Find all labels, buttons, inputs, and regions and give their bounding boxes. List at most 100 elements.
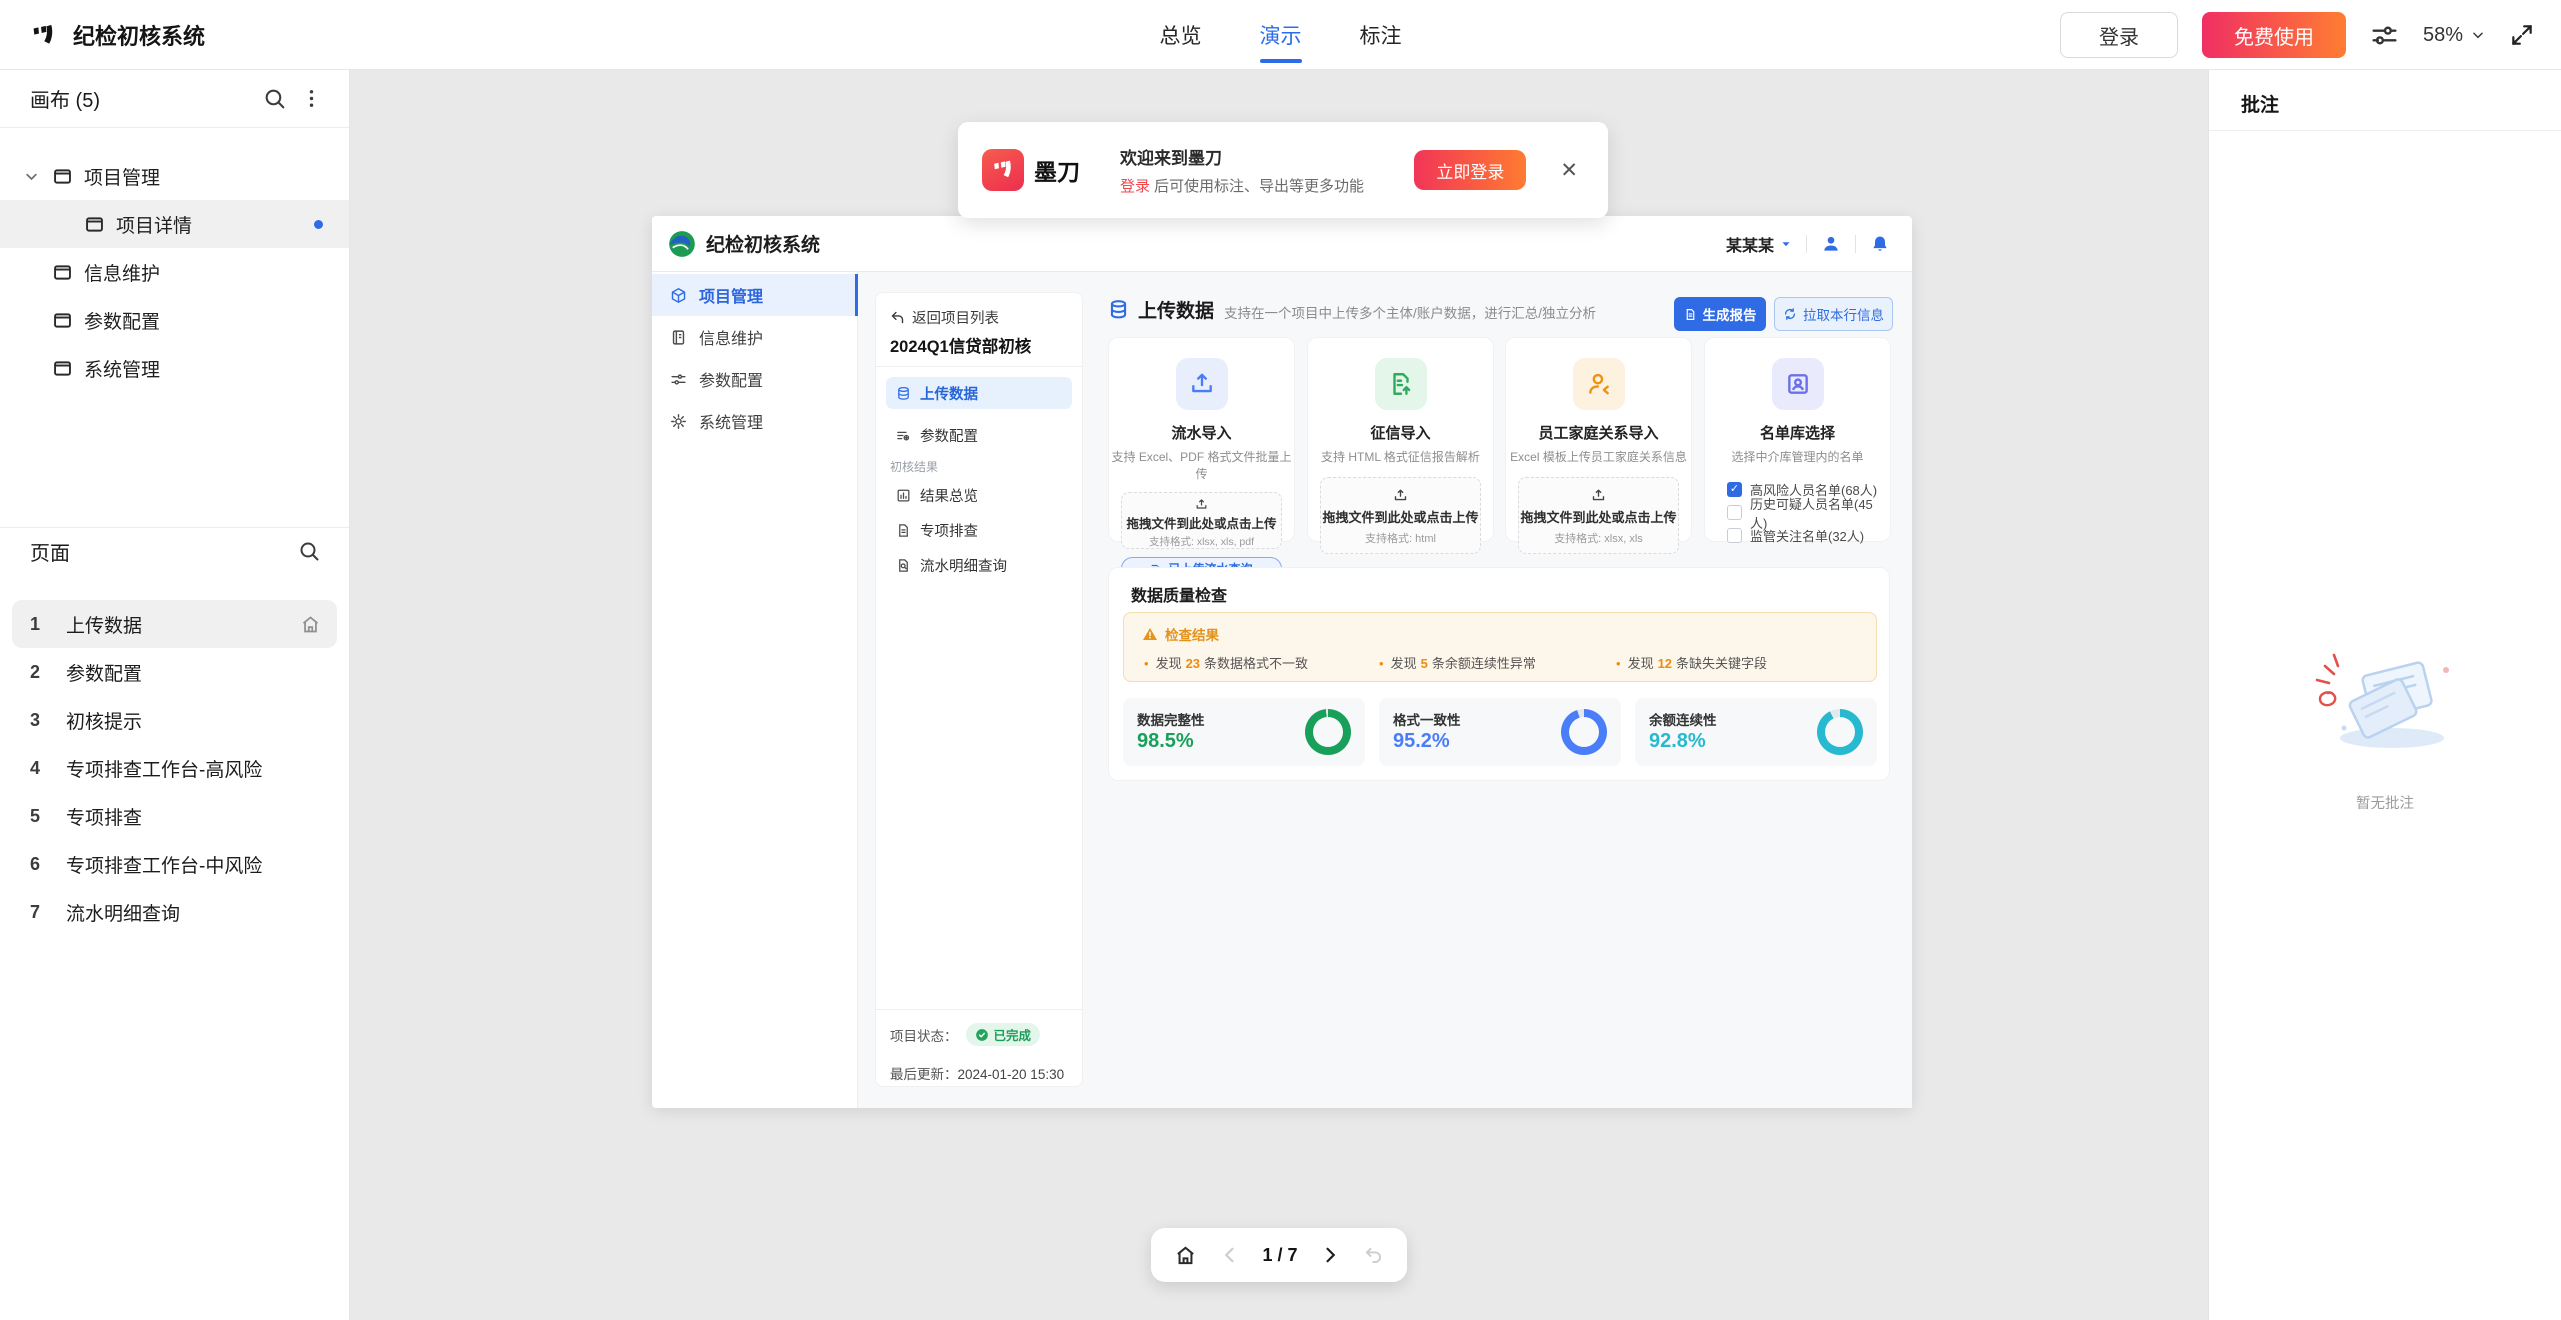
report-document-icon [1684, 308, 1697, 321]
page-item-3[interactable]: 3 初核提示 [12, 696, 337, 744]
frame-icon [84, 214, 105, 235]
annotation-title: 批注 [2241, 90, 2279, 117]
nav-item-system-mgmt[interactable]: 系统管理 [652, 400, 857, 442]
document-icon [896, 523, 911, 538]
annotation-sidebar: 批注 暂无批注 [2208, 70, 2561, 1320]
list-select-card: 名单库选择 选择中介库管理内的名单 高风险人员名单(68人) 历史可疑人员名单(… [1704, 337, 1891, 542]
sliders-gear-icon [896, 428, 911, 443]
frame-icon [52, 262, 73, 283]
document-search-icon [896, 558, 911, 573]
page-item-6[interactable]: 6 专项排查工作台-中风险 [12, 840, 337, 888]
page-item-5[interactable]: 5 专项排查 [12, 792, 337, 840]
zoom-level: 58% [2423, 24, 2463, 47]
tab-overview[interactable]: 总览 [1160, 20, 1202, 50]
checkbox[interactable] [1727, 528, 1742, 543]
preview-nav: 项目管理 信息维护 参数配置 系统管理 [652, 272, 858, 1108]
person-import-icon [1573, 358, 1625, 410]
prev-chevron-icon[interactable] [1220, 1245, 1240, 1265]
bell-icon[interactable] [1870, 234, 1890, 254]
card-title: 员工家庭关系导入 [1506, 422, 1691, 443]
free-use-button[interactable]: 免费使用 [2202, 12, 2346, 58]
close-icon[interactable]: ✕ [1560, 158, 1578, 183]
pull-sync-icon [1783, 307, 1797, 321]
content-subtitle: 支持在一个项目中上传多个主体/账户数据，进行汇总/独立分析 [1224, 302, 1596, 322]
page-item-7[interactable]: 7 流水明细查询 [12, 888, 337, 936]
panel-item-upload-data[interactable]: 上传数据 [886, 377, 1072, 409]
tree-item-info-maintain[interactable]: 信息维护 [0, 248, 349, 296]
checkbox[interactable] [1727, 482, 1742, 497]
banner-login-link[interactable]: 登录 [1120, 178, 1150, 195]
prototype-preview: 纪检初核系统 某某某 项目管理 [652, 216, 1912, 1108]
login-button[interactable]: 登录 [2060, 12, 2178, 58]
data-quality-card: 数据质量检查 检查结果 •发现23条数据格式不一致 •发现5条余额连续性异常 •… [1108, 567, 1890, 781]
back-to-projects-link[interactable]: 返回项目列表 [890, 307, 999, 328]
panel-section-label: 初核结果 [890, 458, 938, 475]
page-navigator: 1 / 7 [1151, 1228, 1407, 1282]
zoom-control[interactable]: 58% [2423, 24, 2485, 47]
panel-item-special-check[interactable]: 专项排查 [886, 514, 1072, 546]
mockingbot-logo-icon [30, 22, 57, 49]
main-tabs: 总览 演示 标注 [1160, 0, 1402, 70]
checkbox[interactable] [1727, 505, 1742, 520]
left-sidebar: 画布 (5) 项目管理 项目详情 信 [0, 70, 350, 1320]
frame-icon [52, 166, 73, 187]
home-icon[interactable] [1174, 1244, 1197, 1267]
status-badge: 已完成 [966, 1023, 1041, 1046]
preview-app-title: 纪检初核系统 [706, 230, 820, 257]
tree-item-project-mgmt[interactable]: 项目管理 [0, 152, 349, 200]
card-desc: 选择中介库管理内的名单 [1705, 448, 1890, 465]
home-icon[interactable] [300, 614, 321, 635]
settings-sliders-icon[interactable] [2370, 21, 2399, 50]
metric-completeness: 数据完整性 98.5% [1123, 698, 1365, 766]
generate-report-button[interactable]: 生成报告 [1674, 297, 1766, 331]
upload-tray-icon [1195, 498, 1208, 511]
check-circle-icon [975, 1028, 989, 1042]
card-desc: 支持 HTML 格式征信报告解析 [1308, 448, 1493, 465]
canvas-area: 墨刀 欢迎来到墨刀 登录后可使用标注、导出等更多功能 立即登录 ✕ 纪检初核系统… [350, 70, 2208, 1320]
dropzone-credit[interactable]: 拖拽文件到此处或点击上传 支持格式: html [1320, 477, 1481, 554]
book-icon [670, 329, 687, 346]
empty-annotations-text: 暂无批注 [2209, 792, 2561, 813]
gear-icon [670, 413, 687, 430]
panel-item-param-config[interactable]: 参数配置 [886, 419, 1072, 451]
divider [876, 1009, 1082, 1010]
user-icon[interactable] [1821, 234, 1841, 254]
search-icon[interactable] [262, 86, 287, 111]
undo-arrow-icon[interactable] [1363, 1245, 1384, 1266]
next-chevron-icon[interactable] [1320, 1245, 1340, 1265]
canvas-tree: 项目管理 项目详情 信息维护 参数配置 系统管理 [0, 128, 349, 392]
chevron-down-icon[interactable] [24, 169, 39, 184]
frame-icon [52, 310, 73, 331]
list-option-history-suspect[interactable]: 历史可疑人员名单(45人) [1727, 501, 1890, 524]
quality-title: 数据质量检查 [1131, 582, 1227, 606]
panel-item-flow-detail[interactable]: 流水明细查询 [886, 549, 1072, 581]
panel-item-result-overview[interactable]: 结果总览 [886, 479, 1072, 511]
banner-subtitle: 登录后可使用标注、导出等更多功能 [1120, 175, 1364, 196]
tree-item-param-config[interactable]: 参数配置 [0, 296, 349, 344]
card-title: 征信导入 [1308, 422, 1493, 443]
topbar: 纪检初核系统 总览 演示 标注 登录 免费使用 58% [0, 0, 2561, 70]
more-vertical-icon[interactable] [300, 87, 323, 110]
page-item-4[interactable]: 4 专项排查工作台-高风险 [12, 744, 337, 792]
user-menu[interactable]: 某某某 [1726, 232, 1792, 256]
bar-chart-icon [896, 488, 911, 503]
login-now-button[interactable]: 立即登录 [1414, 150, 1526, 190]
content-title: 上传数据 [1138, 296, 1214, 323]
dropzone-family[interactable]: 拖拽文件到此处或点击上传 支持格式: xlsx, xls [1518, 477, 1679, 554]
back-arrow-icon [890, 310, 905, 325]
nav-item-param-config[interactable]: 参数配置 [652, 358, 857, 400]
nav-item-info-maintain[interactable]: 信息维护 [652, 316, 857, 358]
page-indicator: 1 / 7 [1262, 1245, 1297, 1266]
page-item-2[interactable]: 2 参数配置 [12, 648, 337, 696]
tab-demo[interactable]: 演示 [1260, 20, 1302, 50]
pull-bank-info-button[interactable]: 拉取本行信息 [1774, 297, 1893, 331]
nav-item-project-mgmt[interactable]: 项目管理 [652, 274, 857, 316]
fullscreen-icon[interactable] [2509, 22, 2535, 48]
page-item-1[interactable]: 1 上传数据 [12, 600, 337, 648]
search-icon[interactable] [297, 539, 321, 563]
dropzone-flow[interactable]: 拖拽文件到此处或点击上传 支持格式: xlsx, xls, pdf [1121, 492, 1282, 549]
tree-item-system-mgmt[interactable]: 系统管理 [0, 344, 349, 392]
divider [2209, 130, 2561, 131]
tab-annotate[interactable]: 标注 [1360, 20, 1402, 50]
tree-item-project-detail[interactable]: 项目详情 [0, 200, 349, 248]
